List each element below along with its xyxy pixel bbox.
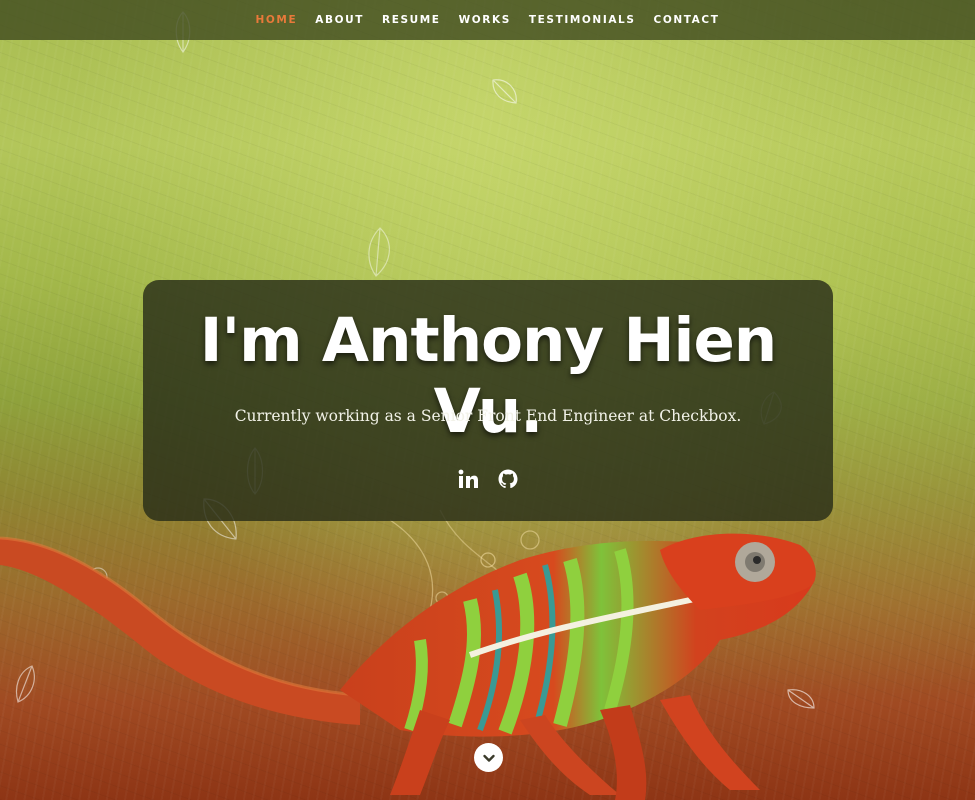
tagline: Currently working as a Senior Front End … — [234, 407, 742, 425]
social-links — [143, 468, 833, 490]
nav-item-home[interactable]: HOME — [247, 14, 307, 26]
scroll-down-button[interactable] — [474, 743, 503, 772]
nav-item-about[interactable]: ABOUT — [306, 14, 373, 26]
github-icon[interactable] — [497, 468, 519, 490]
leaf-decoration — [368, 227, 390, 277]
nav-item-testimonials[interactable]: TESTIMONIALS — [520, 14, 645, 26]
nav-item-contact[interactable]: CONTACT — [645, 14, 729, 26]
nav-item-works[interactable]: WORKS — [450, 14, 520, 26]
chevron-down-icon — [482, 754, 495, 762]
nav-menu: HOME ABOUT RESUME WORKS TESTIMONIALS CONTACT — [247, 14, 729, 26]
linkedin-icon[interactable] — [457, 468, 479, 490]
nav-item-resume[interactable]: RESUME — [373, 14, 450, 26]
leaf-decoration — [492, 79, 517, 104]
page-title: I'm Anthony Hien Vu. — [199, 305, 778, 447]
top-navigation: HOME ABOUT RESUME WORKS TESTIMONIALS CONTACT — [0, 0, 975, 40]
intro-banner: I'm Anthony Hien Vu. Currently working a… — [143, 280, 833, 521]
